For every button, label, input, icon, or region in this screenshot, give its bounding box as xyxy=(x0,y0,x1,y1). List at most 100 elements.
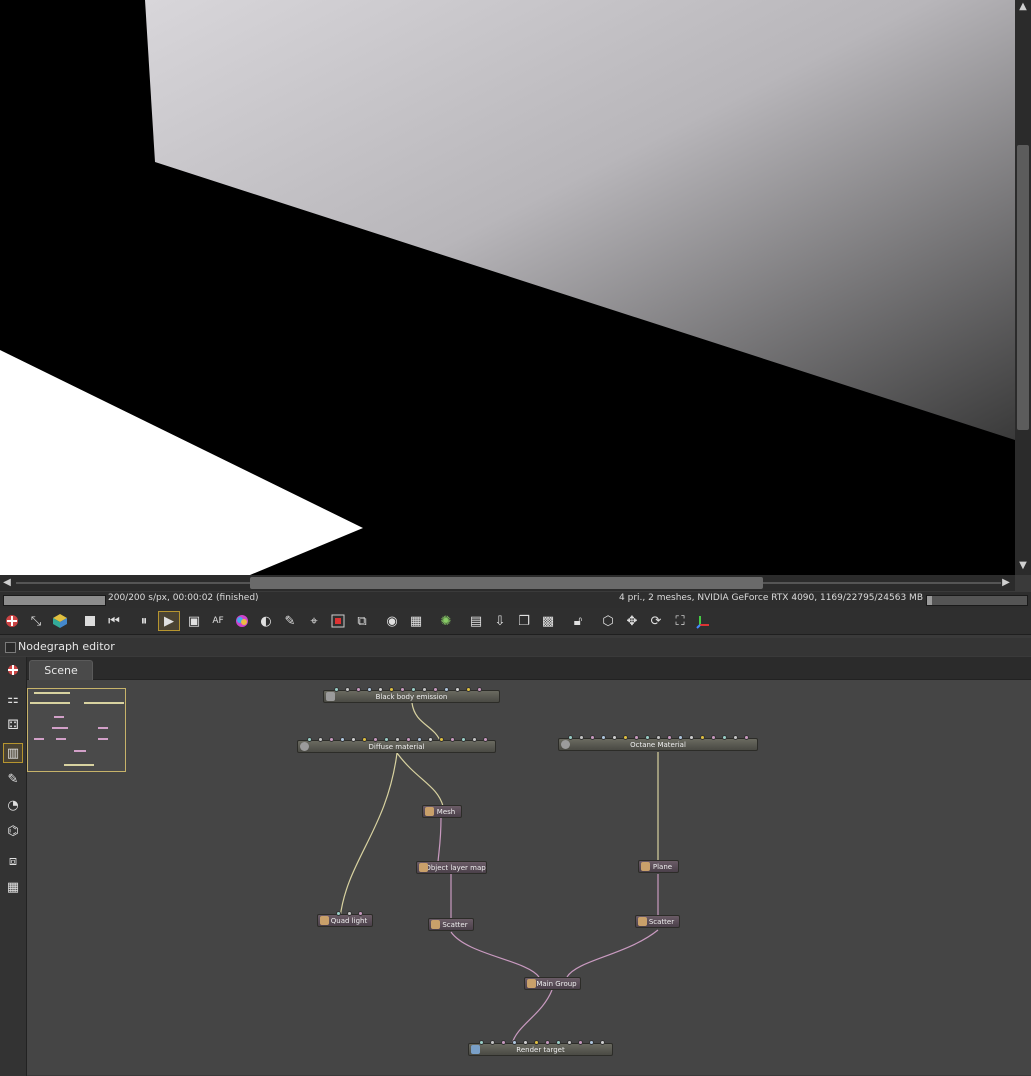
viewport-horizontal-scrollbar[interactable]: ◀ ▶ xyxy=(0,575,1015,591)
node-input-pin[interactable] xyxy=(567,1040,572,1045)
nodegraph-canvas[interactable]: Black body emission Diffuse material Oct… xyxy=(27,680,1031,1075)
node-input-pin[interactable] xyxy=(428,737,433,742)
node-quad-light[interactable]: Quad light xyxy=(317,914,373,927)
node-input-pin[interactable] xyxy=(634,735,639,740)
node-input-pin[interactable] xyxy=(477,687,482,692)
display-icon[interactable]: ▣ xyxy=(182,610,206,632)
lock-icon[interactable]: 🔓︎ xyxy=(566,610,590,632)
node-input-pin[interactable] xyxy=(307,737,312,742)
play-icon[interactable]: ▶ xyxy=(158,611,180,631)
scroll-up-icon[interactable]: ▲ xyxy=(1015,0,1031,14)
node-input-pin[interactable] xyxy=(340,737,345,742)
arrange-nodes-icon[interactable]: ⚏ xyxy=(3,689,23,709)
node-input-pin[interactable] xyxy=(400,687,405,692)
node-input-pin[interactable] xyxy=(656,735,661,740)
light-pick-icon[interactable]: ⌖ xyxy=(302,610,326,632)
node-input-pin[interactable] xyxy=(347,911,352,916)
node-input-pin[interactable] xyxy=(623,735,628,740)
node-input-pin[interactable] xyxy=(444,687,449,692)
sphere-icon[interactable]: ◐ xyxy=(254,610,278,632)
viewport-vertical-scrollbar[interactable]: ▲ ▼ xyxy=(1015,0,1031,575)
node-input-pin[interactable] xyxy=(450,737,455,742)
paint-icon[interactable]: ✎ xyxy=(3,769,23,789)
node-mesh[interactable]: Mesh xyxy=(422,805,462,818)
grid-icon[interactable]: ▦ xyxy=(3,877,23,897)
node-input-pin[interactable] xyxy=(461,737,466,742)
stop-icon[interactable] xyxy=(78,610,102,632)
node-input-pin[interactable] xyxy=(351,737,356,742)
node-input-pin[interactable] xyxy=(411,687,416,692)
node-input-pin[interactable] xyxy=(512,1040,517,1045)
region-icon[interactable] xyxy=(326,610,350,632)
node-input-pin[interactable] xyxy=(612,735,617,740)
node-input-pin[interactable] xyxy=(389,687,394,692)
node-input-pin[interactable] xyxy=(733,735,738,740)
export-icon[interactable]: ⇩ xyxy=(488,610,512,632)
node-input-pin[interactable] xyxy=(678,735,683,740)
lens-icon[interactable]: ◉ xyxy=(380,610,404,632)
node-input-pin[interactable] xyxy=(472,737,477,742)
node-input-pin[interactable] xyxy=(378,687,383,692)
node-input-pin[interactable] xyxy=(523,1040,528,1045)
node-scatter-left[interactable]: Scatter xyxy=(428,918,474,931)
color-wheel-icon[interactable] xyxy=(230,610,254,632)
render-viewport[interactable] xyxy=(0,0,1015,575)
node-input-pin[interactable] xyxy=(384,737,389,742)
node-input-pin[interactable] xyxy=(568,735,573,740)
node-input-pin[interactable] xyxy=(318,737,323,742)
node-input-pin[interactable] xyxy=(645,735,650,740)
camera-icon[interactable]: ⧉ xyxy=(350,610,374,632)
material-icon[interactable]: ◔ xyxy=(3,795,23,815)
move-icon[interactable]: ✥ xyxy=(620,610,644,632)
node-scatter-right[interactable]: Scatter xyxy=(635,915,680,928)
node-input-pin[interactable] xyxy=(744,735,749,740)
pause-icon[interactable]: ⏸ xyxy=(132,610,156,632)
node-input-pin[interactable] xyxy=(329,737,334,742)
node-input-pin[interactable] xyxy=(600,1040,605,1045)
graph-view-icon[interactable]: ▥ xyxy=(3,743,23,763)
node-input-pin[interactable] xyxy=(336,911,341,916)
nodegraph-editor-checkbox[interactable] xyxy=(5,642,16,653)
node-object-layer-map[interactable]: Object layer map xyxy=(416,861,487,874)
node-input-pin[interactable] xyxy=(439,737,444,742)
vertical-scroll-thumb[interactable] xyxy=(1017,145,1029,430)
node-input-pin[interactable] xyxy=(362,737,367,742)
node-input-pin[interactable] xyxy=(395,737,400,742)
node-input-pin[interactable] xyxy=(711,735,716,740)
node-input-pin[interactable] xyxy=(579,735,584,740)
region-select-icon[interactable]: ⧈ xyxy=(3,851,23,871)
rotate-icon[interactable]: ⟳ xyxy=(644,610,668,632)
node-input-pin[interactable] xyxy=(373,737,378,742)
node-input-pin[interactable] xyxy=(356,687,361,692)
fit-icon[interactable]: ⛶ xyxy=(668,610,692,632)
node-input-pin[interactable] xyxy=(406,737,411,742)
node-input-pin[interactable] xyxy=(345,687,350,692)
node-input-pin[interactable] xyxy=(534,1040,539,1045)
node-input-pin[interactable] xyxy=(689,735,694,740)
brush-icon[interactable]: ⌬ xyxy=(3,821,23,841)
clipboard-icon[interactable]: ▤ xyxy=(464,610,488,632)
node-input-pin[interactable] xyxy=(722,735,727,740)
node-input-pin[interactable] xyxy=(590,735,595,740)
light-icon[interactable]: ✎ xyxy=(278,610,302,632)
scroll-left-icon[interactable]: ◀ xyxy=(0,575,14,591)
node-input-pin[interactable] xyxy=(601,735,606,740)
node-input-pin[interactable] xyxy=(545,1040,550,1045)
node-black-body-emission[interactable]: Black body emission xyxy=(323,690,500,703)
node-input-pin[interactable] xyxy=(556,1040,561,1045)
node-input-pin[interactable] xyxy=(578,1040,583,1045)
octane-logo-icon[interactable] xyxy=(0,610,24,632)
node-input-pin[interactable] xyxy=(417,737,422,742)
node-input-pin[interactable] xyxy=(334,687,339,692)
gauge-icon[interactable]: ✺ xyxy=(434,610,458,632)
octane-logo-icon[interactable] xyxy=(3,660,23,680)
node-input-pin[interactable] xyxy=(490,1040,495,1045)
checker-icon[interactable]: ▩ xyxy=(536,610,560,632)
node-input-pin[interactable] xyxy=(358,911,363,916)
node-input-pin[interactable] xyxy=(589,1040,594,1045)
layers-icon[interactable]: ❐ xyxy=(512,610,536,632)
node-input-pin[interactable] xyxy=(466,687,471,692)
node-input-pin[interactable] xyxy=(455,687,460,692)
render-region-icon[interactable]: ▦ xyxy=(404,610,428,632)
rewind-icon[interactable]: ⏮ xyxy=(102,610,126,632)
